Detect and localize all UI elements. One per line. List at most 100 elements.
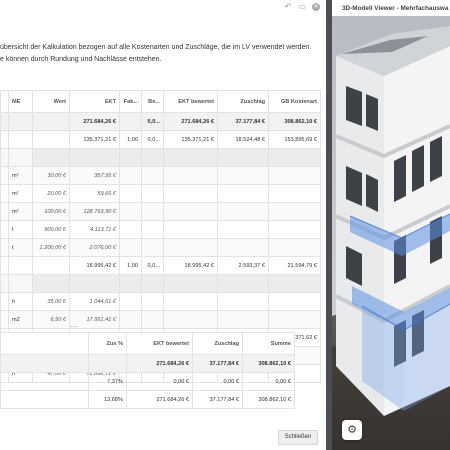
main_table-cell <box>217 238 269 257</box>
building-3d-render[interactable] <box>332 16 450 450</box>
main_table-cell <box>141 310 164 329</box>
main_table-cell: 1.044,01 € <box>69 292 120 311</box>
3d-model-viewer[interactable]: 3D-Modell Viewer - Mehrfachauswa <box>332 0 450 450</box>
main_table-cell <box>163 202 218 221</box>
summary_table-row[interactable]: 13,68% 271.684,26 €37.177,84 €308.862,10 … <box>0 390 295 409</box>
summary_table-cell <box>0 390 89 409</box>
main_table-cell: 135.371,21 € <box>69 130 120 149</box>
main_table-cell <box>32 256 70 275</box>
main_table-cell: 0,0... <box>141 256 164 275</box>
summary_table-cell: 13,68% <box>88 390 127 409</box>
dialog-description: übersicht der Kalkulation bezogen auf al… <box>0 42 311 66</box>
summary_table-header-cell[interactable]: Zuschlag <box>192 332 243 355</box>
main_table-row[interactable]: 271.684,26 €0,0... 271.684,26 €37.177,84 … <box>0 112 321 131</box>
more-rows-indicator: ... <box>70 320 77 329</box>
summary_table-row[interactable]: 271.684,26 €37.177,84 €308.862,10 € <box>0 354 295 373</box>
main_table-cell <box>8 130 33 149</box>
summary_table-cell: 37.177,84 € <box>192 390 243 409</box>
main_table-row[interactable]: 135.371,21 €1,00 0,0... 135.371,21 €18.524… <box>0 130 321 149</box>
main_table-row[interactable]: t 1.200,00 €2.076,00 € <box>0 238 321 257</box>
main_table-cell: 153.895,69 € <box>268 130 321 149</box>
close-button[interactable]: Schließen <box>278 430 318 445</box>
main_table-cell <box>163 148 218 167</box>
main_table-cell: 20,00 € <box>32 184 70 203</box>
main_table-header-cell[interactable] <box>0 90 9 113</box>
summary_table-cell <box>88 354 127 373</box>
main_table-cell <box>119 274 142 293</box>
main_table-cell <box>268 220 321 239</box>
summary_table-cell: 0,00 € <box>126 372 193 391</box>
main_table-cell <box>0 310 9 329</box>
main_table-cell <box>268 202 321 221</box>
main_table-cell <box>141 202 164 221</box>
main_table-cell: 0,0... <box>141 112 164 131</box>
main_table-cell <box>8 112 33 131</box>
summary_table-header-cell[interactable] <box>0 332 89 355</box>
main_table-cell <box>217 148 269 167</box>
main_table-cell <box>0 220 9 239</box>
main_table-cell <box>0 148 9 167</box>
main_table-row[interactable]: 18.995,42 €1,00 0,0... 18.995,42 €2.593,37… <box>0 256 321 275</box>
main_table-header-cell[interactable]: Wert <box>32 90 70 113</box>
main_table-cell <box>141 274 164 293</box>
calculation-dialog: ↶ ▭ ✕ übersicht der Kalkulation bezogen … <box>0 0 326 450</box>
dialog-header: ↶ ▭ ✕ <box>0 0 326 38</box>
main_table-header-cell[interactable]: EKT bewertet <box>163 90 218 113</box>
main_table-cell <box>119 112 142 131</box>
main_table-cell <box>32 112 70 131</box>
main_table-cell <box>163 166 218 185</box>
description-line-2: e können durch Rundung und Nachlässe ent… <box>0 56 162 63</box>
main_table-row[interactable]: t 900,00 €4.113,71 € <box>0 220 321 239</box>
summary_table-header-cell[interactable]: Summe <box>242 332 295 355</box>
summary_table-header-cell[interactable]: EKT bewertet <box>126 332 193 355</box>
main_table-cell <box>217 292 269 311</box>
close-icon[interactable]: ✕ <box>312 3 320 11</box>
summary_table-cell: 308.862,10 € <box>242 354 295 373</box>
main_table-header-cell[interactable]: GB Kostenart <box>268 90 321 113</box>
main_table-cell: 1.200,00 € <box>32 238 70 257</box>
main_table-cell: 308.862,10 € <box>268 112 321 131</box>
main_table-cell <box>268 166 321 185</box>
main_table-cell <box>119 166 142 185</box>
settings-gear-button[interactable]: ⚙ <box>342 420 362 440</box>
main_table-cell <box>163 310 218 329</box>
main_table-cell: t <box>8 238 33 257</box>
main_table-row[interactable]: h 35,00 €1.044,01 € <box>0 292 321 311</box>
main_table-cell <box>32 148 70 167</box>
main_table-row[interactable]: m² 20,00 €59,66 € <box>0 184 321 203</box>
main_table-cell <box>163 238 218 257</box>
main_table-header-cell[interactable]: EKT <box>69 90 120 113</box>
main_table-cell: 37.177,84 € <box>217 112 269 131</box>
main_table-row[interactable]: m³ 100,00 €128.763,90 € <box>0 202 321 221</box>
main_table-row[interactable] <box>0 148 321 167</box>
main_table-cell <box>217 220 269 239</box>
main_table-cell: 357,95 € <box>69 166 120 185</box>
main_table-cell <box>0 292 9 311</box>
main_table-cell: h <box>8 292 33 311</box>
main_table-header-cell[interactable]: Be... <box>141 90 164 113</box>
main_table-cell <box>0 130 9 149</box>
viewer-title: 3D-Modell Viewer - Mehrfachauswa <box>332 0 450 16</box>
summary_table-header-cell[interactable]: Zus % <box>88 332 127 355</box>
main_table-cell <box>141 184 164 203</box>
main_table-row[interactable] <box>0 274 321 293</box>
main_table-cell: 17.951,41 € <box>69 310 120 329</box>
gear-icon: ⚙ <box>347 424 357 436</box>
main_table-header-cell[interactable]: ME <box>8 90 33 113</box>
main_table-cell: 21.594,79 € <box>268 256 321 275</box>
main_table-cell <box>141 238 164 257</box>
summary_table-row[interactable]: 7,37% 0,00 €0,00 €0,00 € <box>0 372 295 391</box>
main_table-cell <box>119 184 142 203</box>
main_table-header-cell[interactable]: Fak... <box>119 90 142 113</box>
main_table-header-cell[interactable]: Zuschlag <box>217 90 269 113</box>
main_table-cell <box>0 166 9 185</box>
summary_table-header-row: Zus % EKT bewertet Zuschlag Summe <box>0 332 295 355</box>
minimize-icon[interactable]: ▭ <box>298 3 306 11</box>
main_table-cell <box>217 202 269 221</box>
main_table-row[interactable]: m³ 30,00 €357,95 € <box>0 166 321 185</box>
undo-icon[interactable]: ↶ <box>284 3 292 11</box>
main_table-cell: 18.524,48 € <box>217 130 269 149</box>
main_table-row[interactable]: m2 6,50 €17.951,41 € <box>0 310 321 329</box>
summary_table-cell: 0,00 € <box>192 372 243 391</box>
main_table-cell <box>268 310 321 329</box>
